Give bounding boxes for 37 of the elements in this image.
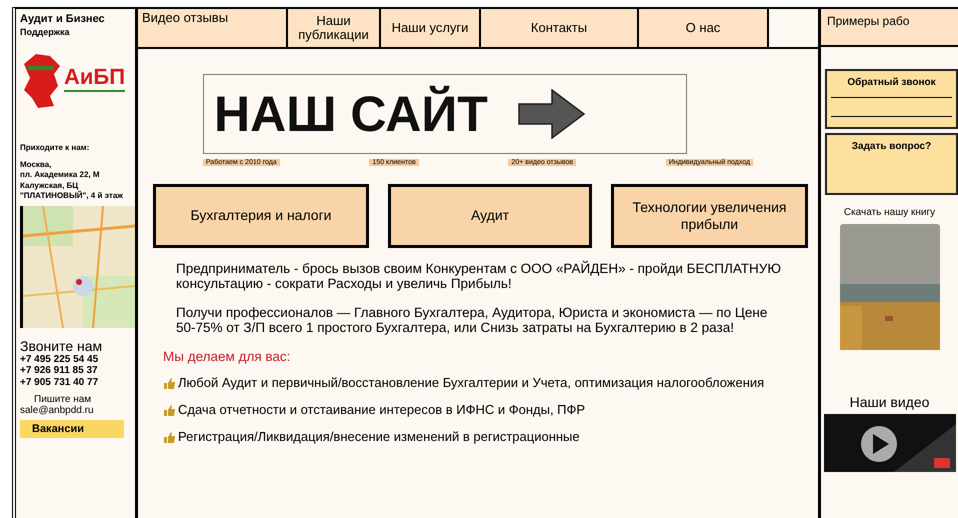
call-title: Звоните нам	[20, 338, 104, 354]
question-title: Задать вопрос?	[850, 141, 932, 152]
callback-title: Обратный звонок	[846, 77, 937, 88]
thumbs-up-icon	[163, 378, 176, 390]
nav-tab[interactable]: Видео отзывы	[138, 9, 288, 47]
phone-number: +7 926 911 85 37	[20, 365, 99, 377]
logo-text: АиБП	[64, 64, 126, 92]
offer-item: Сдача отчетности и отстаивание интересов в ИФНС и Фонды, ПФР	[178, 403, 586, 418]
email-link[interactable]: sale@anbpdd.ru	[20, 405, 131, 416]
intro-paragraph: Получи профессионалов — Главного Бухгалтера, Аудитора, Юриста и экономиста — по Цене 50-75% от З/П всего 1 простого Бухгалтера, или Снизь затраты на Бухгалтерию в 2 раза!	[176, 306, 768, 336]
vacancies-button[interactable]: Вакансии	[20, 420, 124, 438]
book-title: Скачать нашу книгу	[844, 207, 936, 218]
arrow-icon	[518, 89, 586, 139]
write-title: Пишите нам	[33, 394, 92, 406]
address-line: Москва,	[20, 160, 52, 170]
thumbs-up-icon	[163, 405, 176, 416]
offer-item: Регистрация/Ликвидация/внесение изменений в регистрационные	[178, 430, 580, 446]
service-button[interactable]: Технологии увеличения прибыли	[611, 184, 808, 248]
site-subtitle: Поддержка	[20, 27, 71, 37]
service-button[interactable]: Бухгалтерия и налоги	[153, 184, 369, 248]
phone-number: +7 495 225 54 45	[20, 354, 100, 366]
offer-item: Любой Аудит и первичный/восстановление Бухгалтерии и Учета, оптимизация налогообложения	[178, 376, 764, 392]
address-line: пл. Академика 22, М Калужская, БЦ "ПЛАТИНОВЫЙ", 4 й этаж	[20, 170, 124, 202]
site-title: Аудит и Бизнес	[20, 13, 106, 25]
nav-tab[interactable]: Наши публикации	[288, 9, 381, 47]
intro-paragraph: Предприниматель - брось вызов своим Конкурентам с ООО «РАЙДЕН» - пройди БЕСПЛАТНУЮ консультацию - сократи Расходы и увеличь Прибыль!	[176, 262, 782, 292]
service-button[interactable]: Аудит	[388, 184, 592, 248]
thumbs-up-icon	[163, 432, 176, 444]
banner-title: НАШ САЙТ	[214, 85, 488, 143]
nav-tab[interactable]: Наши услуги	[381, 9, 481, 47]
nav-tab[interactable]: Примеры рабо	[821, 9, 958, 47]
phone-number: +7 905 731 40 77	[20, 376, 100, 388]
offer-title: Мы делаем для вас:	[163, 349, 292, 364]
nav-tab[interactable]: О нас	[639, 9, 769, 47]
visit-label: Приходите к нам:	[20, 143, 90, 152]
nav-tab[interactable]: Контакты	[481, 9, 639, 47]
video-title: Наши видео	[850, 394, 930, 410]
